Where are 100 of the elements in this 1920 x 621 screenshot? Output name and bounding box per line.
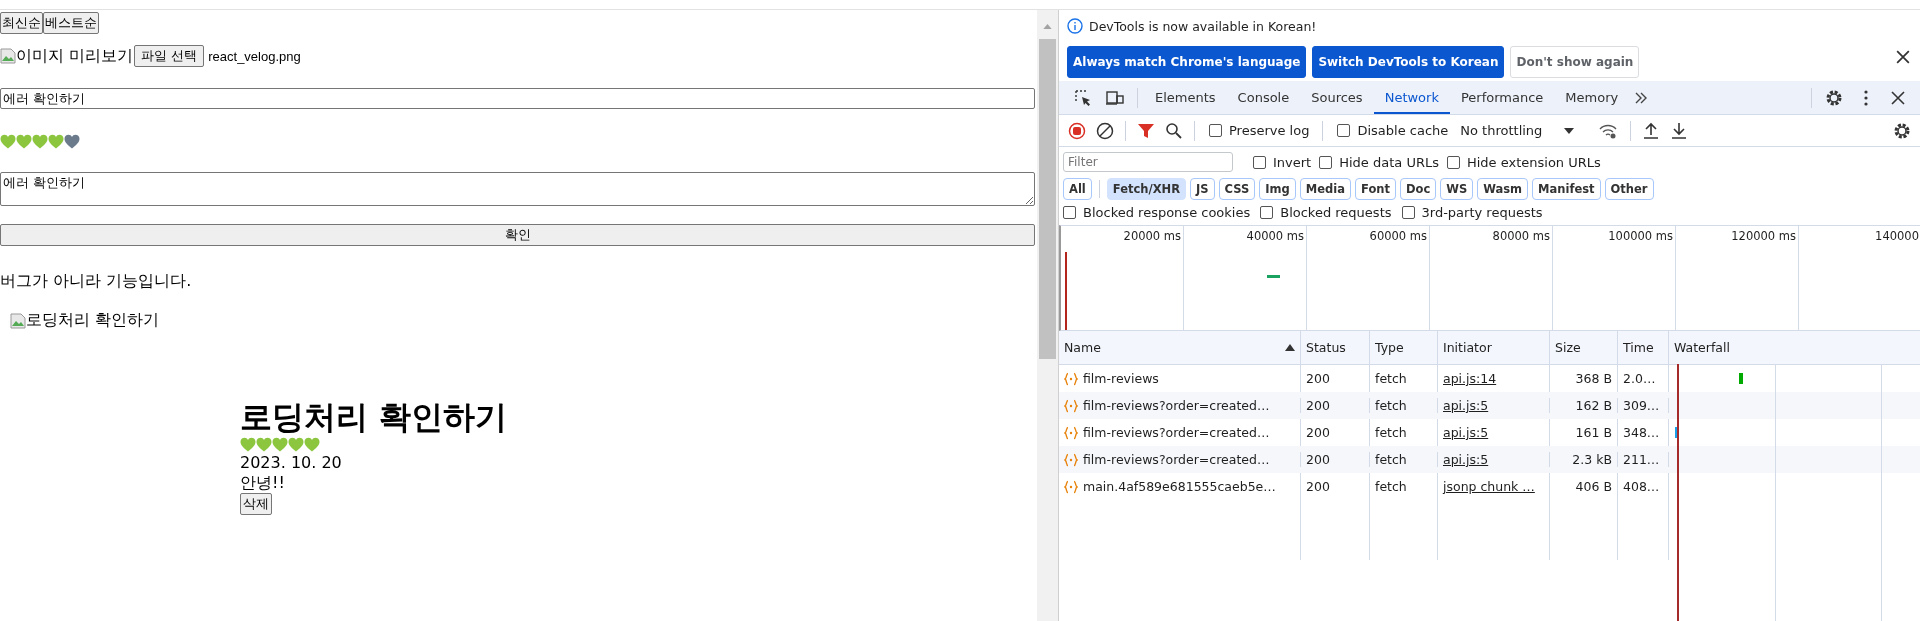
review-content: 안녕!! (240, 472, 285, 493)
request-name[interactable]: film-reviews (1083, 371, 1159, 386)
inspect-icon[interactable] (1073, 87, 1093, 108)
tick-label: 120000 ms (1731, 229, 1796, 243)
file-name: react_velog.png (208, 48, 301, 64)
type-filter-chip[interactable]: WS (1440, 178, 1474, 200)
initiator-link[interactable]: api.js:5 (1443, 398, 1489, 413)
type-filter-chip[interactable]: All (1063, 178, 1092, 200)
type-filter-chip[interactable]: Font (1355, 178, 1396, 200)
caret-icon[interactable] (1564, 127, 1575, 134)
info-icon (1067, 18, 1083, 34)
devtools-tab[interactable]: Memory (1554, 81, 1630, 114)
initiator-link[interactable]: api.js:5 (1443, 452, 1489, 467)
type-filter-chip[interactable]: Other (1604, 178, 1654, 200)
scrollbar-thumb[interactable] (1039, 39, 1056, 359)
initiator-link[interactable]: jsonp chunk … (1443, 479, 1535, 494)
checkbox[interactable] (1446, 155, 1460, 169)
column-header[interactable]: Status (1306, 340, 1346, 355)
infobar-button[interactable]: Don't show again (1510, 46, 1640, 78)
fetch-icon (1064, 398, 1078, 413)
checkbox[interactable] (1063, 206, 1076, 219)
initiator-link[interactable]: api.js:14 (1443, 371, 1497, 386)
checkbox-label: Invert (1273, 154, 1312, 170)
request-name[interactable]: main.4af589e681555caeb5e… (1083, 479, 1276, 494)
checkbox-label: Disable cache (1357, 123, 1449, 138)
infobar-button[interactable]: Switch DevTools to Korean (1312, 46, 1505, 78)
heart-icon (272, 436, 288, 453)
devtools-tab[interactable]: Console (1226, 81, 1301, 114)
fetch-icon (1064, 479, 1078, 494)
type-cell: fetch (1375, 479, 1407, 494)
checkbox[interactable] (1253, 155, 1266, 169)
type-filter-chip[interactable]: Img (1259, 178, 1296, 200)
column-header[interactable]: Type (1375, 340, 1404, 355)
time-cell: 309… (1623, 398, 1660, 413)
type-filter-chip[interactable]: Media (1299, 178, 1351, 200)
close-icon[interactable] (1896, 50, 1910, 64)
column-header[interactable]: Waterfall (1674, 340, 1730, 355)
type-filter-chip[interactable]: Fetch/XHR (1106, 178, 1187, 200)
column-header[interactable]: Name (1064, 340, 1101, 355)
tick-label: 100000 ms (1608, 229, 1673, 243)
request-name[interactable]: film-reviews?order=created… (1083, 425, 1270, 440)
checkbox[interactable] (1209, 124, 1222, 137)
throttling-select[interactable]: No throttling (1460, 123, 1543, 138)
type-filter-chip[interactable]: CSS (1218, 178, 1256, 200)
column-header[interactable]: Time (1623, 340, 1654, 355)
time-cell: 408… (1623, 479, 1660, 494)
message-text: 버그가 아니라 기능입니다. (0, 271, 193, 292)
checkbox[interactable] (1401, 206, 1415, 219)
download-icon[interactable] (1670, 121, 1689, 140)
fetch-icon (1064, 371, 1078, 386)
confirm-button[interactable]: 확인 (0, 224, 1035, 246)
checkbox[interactable] (1337, 124, 1351, 137)
size-cell: 162 B (1575, 398, 1612, 413)
devtools-tab[interactable]: Sources (1300, 81, 1374, 114)
tick-label: 140000 (1875, 229, 1919, 243)
delete-button[interactable]: 삭제 (240, 492, 272, 515)
infobar-button[interactable]: Always match Chrome's language (1067, 46, 1307, 78)
checkbox[interactable] (1319, 155, 1333, 169)
stop-recording-icon[interactable] (1068, 121, 1086, 140)
clear-icon[interactable] (1096, 121, 1114, 140)
content-textarea[interactable]: 에러 확인하기 (0, 172, 1035, 206)
type-cell: fetch (1375, 398, 1407, 413)
time-cell: 2.0… (1623, 371, 1656, 386)
heart-icon (16, 134, 32, 150)
type-filter-chip[interactable]: Doc (1400, 178, 1437, 200)
sort-button[interactable]: 최신순 (0, 12, 43, 34)
type-cell: fetch (1375, 371, 1407, 386)
heart-icon (48, 134, 64, 150)
column-header[interactable]: Size (1555, 340, 1581, 355)
initiator-link[interactable]: api.js:5 (1443, 425, 1489, 440)
type-filter-chip[interactable]: JS (1190, 178, 1215, 200)
filter-icon[interactable] (1137, 121, 1155, 140)
checkbox[interactable] (1260, 206, 1274, 219)
scrollbar[interactable] (1037, 10, 1058, 621)
status-cell: 200 (1306, 452, 1330, 467)
search-icon[interactable] (1165, 121, 1183, 140)
sort-ascending-icon[interactable] (1285, 344, 1295, 351)
devtools-tab[interactable]: Network (1373, 81, 1450, 114)
review-title: 로딩처리 확인하기 (240, 396, 508, 437)
checkbox-label: Hide data URLs (1339, 154, 1439, 170)
devtools-tab[interactable]: Performance (1449, 81, 1555, 114)
type-filter-chip[interactable]: Manifest (1532, 178, 1601, 200)
devtools-tab[interactable]: Elements (1144, 81, 1227, 114)
fetch-icon (1064, 425, 1078, 440)
request-name[interactable]: film-reviews?order=created… (1083, 452, 1270, 467)
status-cell: 200 (1306, 371, 1330, 386)
tick-label: 80000 ms (1492, 229, 1550, 243)
type-filter-chip[interactable]: Wasm (1477, 178, 1529, 200)
file-select-button[interactable]: 파일 선택 (134, 45, 205, 67)
fetch-icon (1064, 452, 1078, 467)
broken-image: 로딩처리 확인하기 (10, 310, 160, 331)
title-input[interactable]: 에러 확인하기 (0, 88, 1035, 109)
upload-icon[interactable] (1642, 121, 1661, 140)
heart-icon (256, 436, 272, 453)
filter-field[interactable]: Filter (1063, 152, 1233, 172)
request-name[interactable]: film-reviews?order=created… (1083, 398, 1270, 413)
review-date: 2023. 10. 20 (240, 452, 342, 473)
sort-button[interactable]: 베스트순 (43, 12, 99, 34)
column-header[interactable]: Initiator (1443, 340, 1492, 355)
status-cell: 200 (1306, 479, 1330, 494)
